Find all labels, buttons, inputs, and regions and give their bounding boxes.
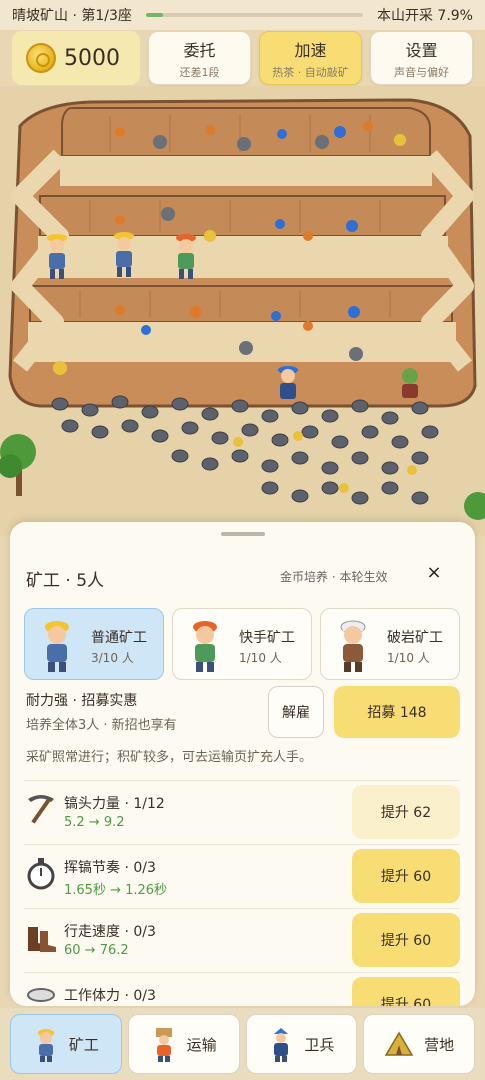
status-bar: 晴坡矿山 · 第1/3座 本山开采 7.9% — [0, 0, 485, 30]
miner-type-normal[interactable]: 普通矿工 3/10 人 — [24, 608, 164, 680]
guard-icon — [274, 1028, 289, 1062]
gold-coin-icon — [26, 43, 56, 73]
upgrade-name: 镐头力量 · 1/12 — [64, 796, 165, 812]
nav-camp[interactable]: 营地 — [363, 1014, 475, 1074]
breaker-miner-icon — [340, 620, 366, 672]
commission-button[interactable]: 委托 还差1段 — [148, 31, 251, 85]
miner-feature: 耐力强 · 招募实惠 — [26, 693, 138, 709]
nav-label: 运输 — [186, 1035, 217, 1054]
upgrade-row-rhythm: 挥镐节奏 · 0/3 1.65秒 → 1.26秒 提升 60 — [24, 844, 460, 908]
upgrade-row-stamina: 工作体力 · 0/3 提升 60 — [24, 972, 460, 1006]
accelerate-title: 加速 — [294, 40, 327, 60]
upgrade-name: 行走速度 · 0/3 — [64, 924, 156, 940]
porter-icon — [155, 1028, 172, 1062]
upgrade-button[interactable]: 提升 60 — [352, 913, 460, 967]
mining-progress-fill — [145, 13, 164, 17]
commission-title: 委托 — [183, 40, 216, 60]
bottom-nav: 矿工 运输 卫兵 营地 — [0, 1008, 485, 1080]
nav-miners[interactable]: 矿工 — [10, 1014, 122, 1074]
recruit-button[interactable]: 招募 148 — [334, 686, 460, 738]
mining-progress-bar — [145, 13, 363, 17]
tent-icon — [384, 1031, 414, 1056]
upgrade-button[interactable]: 提升 60 — [352, 849, 460, 903]
nav-label: 矿工 — [68, 1035, 99, 1054]
miner-type-name: 普通矿工 — [91, 630, 147, 646]
gold-amount: 5000 — [64, 45, 120, 71]
upgrade-value: 60 → 76.2 — [64, 943, 129, 958]
panel-drag-handle[interactable] — [221, 532, 265, 536]
miner-type-breaker[interactable]: 破岩矿工 1/10 人 — [320, 608, 460, 680]
mine-illustration — [0, 86, 485, 536]
settings-sub: 声音与偏好 — [394, 65, 449, 79]
panel-note: 采矿照常进行；积矿较多，可去运输页扩充人手。 — [26, 750, 313, 765]
nav-label: 营地 — [424, 1035, 455, 1054]
miner-type-name: 破岩矿工 — [387, 630, 443, 646]
upgrade-row-pickaxe: 镐头力量 · 1/12 5.2 → 9.2 提升 62 — [24, 780, 460, 844]
miner-type-name: 快手矿工 — [239, 630, 295, 646]
normal-miner-icon — [45, 621, 69, 672]
upgrade-value: 5.2 → 9.2 — [64, 815, 125, 830]
miner-type-count: 1/10 人 — [387, 651, 430, 665]
commission-sub: 还差1段 — [179, 65, 220, 79]
upgrade-value: 1.65秒 → 1.26秒 — [64, 883, 168, 898]
nav-guards[interactable]: 卫兵 — [245, 1014, 358, 1074]
quick-miner-icon — [193, 621, 217, 672]
upgrade-row-walk: 行走速度 · 0/3 60 → 76.2 提升 60 — [24, 908, 460, 972]
stopwatch-icon — [27, 858, 55, 890]
upgrade-name: 挥镐节奏 · 0/3 — [64, 860, 156, 876]
accelerate-button[interactable]: 加速 热茶 · 自动敲矿 — [259, 31, 362, 85]
upgrade-name: 工作体力 · 0/3 — [64, 988, 156, 1004]
boots-icon — [28, 927, 56, 952]
miner-type-count: 1/10 人 — [239, 651, 282, 665]
miner-type-count: 3/10 人 — [91, 651, 134, 665]
nav-transport[interactable]: 运输 — [127, 1014, 240, 1074]
settings-title: 设置 — [405, 40, 438, 60]
panel-hint: 金币培养 · 本轮生效 — [280, 570, 388, 584]
gold-display: 5000 — [12, 31, 140, 85]
nav-label: 卫兵 — [304, 1035, 335, 1054]
accelerate-sub: 热茶 · 自动敲矿 — [272, 65, 349, 79]
miner-type-quick[interactable]: 快手矿工 1/10 人 — [172, 608, 312, 680]
upgrade-button[interactable]: 提升 60 — [352, 977, 460, 1006]
miner-feature-sub: 培养全体3人 · 新招也享有 — [26, 718, 177, 733]
mine-location: 晴坡矿山 · 第1/3座 — [12, 8, 132, 24]
upgrade-button[interactable]: 提升 62 — [352, 785, 460, 839]
miner-panel: 矿工 · 5人 金币培养 · 本轮生效 × 普通矿工 3/10 人 快手矿工 1… — [10, 522, 475, 1006]
settings-button[interactable]: 设置 声音与偏好 — [370, 31, 473, 85]
mining-rate: 本山开采 7.9% — [376, 8, 473, 24]
pickaxe-icon — [28, 795, 54, 824]
close-icon[interactable]: × — [423, 562, 445, 584]
panel-title: 矿工 · 5人 — [26, 571, 105, 591]
miner-icon — [37, 1029, 54, 1062]
stamina-icon — [27, 988, 55, 1002]
mine-scene[interactable] — [0, 86, 485, 536]
header-row: 5000 委托 还差1段 加速 热茶 · 自动敲矿 设置 声音与偏好 — [0, 30, 485, 86]
fire-button[interactable]: 解雇 — [268, 686, 324, 738]
